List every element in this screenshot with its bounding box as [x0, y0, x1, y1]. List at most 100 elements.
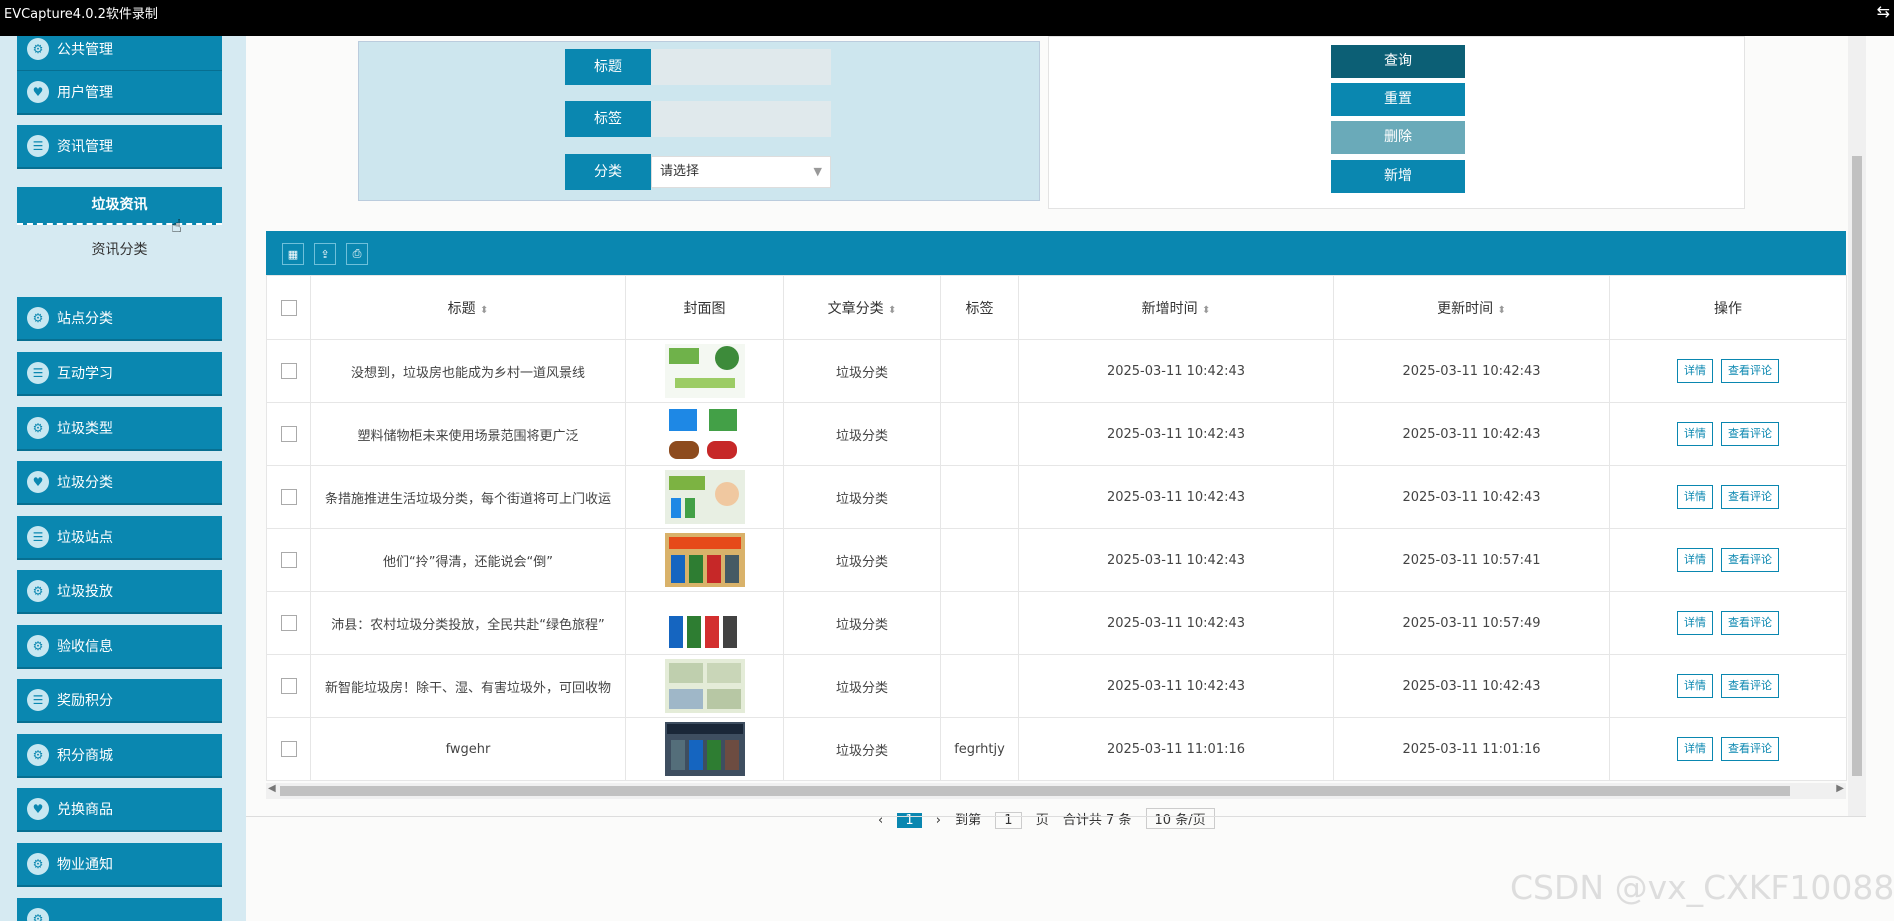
row-checkbox[interactable] — [280, 678, 297, 694]
cell-created: 2025-03-11 10:42:43 — [1018, 591, 1334, 655]
vertical-scrollbar[interactable] — [1848, 36, 1866, 816]
table-header-row: 标题 ⬍ 封面图 文章分类 ⬍ 标签 新增时间 ⬍ 更新时间 ⬍ 操作 — [266, 275, 1847, 340]
reset-button[interactable]: 重置 — [1331, 83, 1465, 116]
select-all-checkbox[interactable] — [280, 299, 297, 316]
view-comments-button[interactable]: 查看评论 — [1721, 674, 1779, 698]
row-checkbox[interactable] — [280, 741, 297, 757]
cell-created: 2025-03-11 10:42:43 — [1018, 528, 1334, 592]
sidebar-item-learning[interactable]: ☰ 互动学习 — [17, 352, 222, 396]
query-button[interactable]: 查询 — [1331, 45, 1465, 78]
sort-icon[interactable]: ⬍ — [1202, 305, 1210, 316]
sidebar-item-points-mall[interactable]: ⚙ 积分商城 — [17, 734, 222, 778]
sidebar-item-label: 互动学习 — [57, 366, 113, 382]
cell-updated: 2025-03-11 11:01:16 — [1333, 717, 1610, 781]
heart-icon: ♥ — [27, 81, 49, 103]
table-row: 条措施推进生活垃圾分类，每个街道将可上门收运 垃圾分类 2025-03-11 1… — [266, 465, 1847, 529]
tag-input[interactable] — [651, 101, 831, 137]
cell-tag — [940, 591, 1019, 655]
detail-button[interactable]: 详情 — [1677, 737, 1713, 761]
detail-button[interactable]: 详情 — [1677, 485, 1713, 509]
row-checkbox[interactable] — [280, 426, 297, 442]
view-comments-button[interactable]: 查看评论 — [1721, 485, 1779, 509]
sidebar-item-exchange-goods[interactable]: ♥ 兑换商品 — [17, 788, 222, 832]
sidebar-subitem-garbage-news[interactable]: 垃圾资讯 — [17, 187, 222, 225]
header-updated[interactable]: 更新时间 ⬍ — [1333, 275, 1610, 340]
per-page-select[interactable]: 10 条/页 — [1145, 808, 1215, 829]
sort-icon[interactable]: ⬍ — [888, 305, 896, 316]
cell-cover — [625, 528, 784, 592]
cover-image — [664, 470, 745, 524]
columns-icon[interactable]: ▦ — [282, 243, 304, 265]
cell-cover — [625, 339, 784, 403]
cell-created: 2025-03-11 10:42:43 — [1018, 465, 1334, 529]
sidebar-item-property-notice[interactable]: ⚙ 物业通知 — [17, 843, 222, 887]
sidebar-item-garbage-drop[interactable]: ⚙ 垃圾投放 — [17, 570, 222, 614]
table-row: 沛县：农村垃圾分类投放，全民共赴“绿色旅程” 垃圾分类 2025-03-11 1… — [266, 591, 1847, 655]
sidebar-item-public[interactable]: ⚙ 公共管理 — [17, 36, 222, 72]
gear-icon: ⚙ — [27, 744, 49, 766]
cell-updated: 2025-03-11 10:42:43 — [1333, 339, 1610, 403]
sidebar-item-news[interactable]: ☰ 资讯管理 — [17, 125, 222, 169]
header-category[interactable]: 文章分类 ⬍ — [783, 275, 941, 340]
header-created[interactable]: 新增时间 ⬍ — [1018, 275, 1334, 340]
cell-category: 垃圾分类 — [783, 339, 941, 403]
add-button[interactable]: 新增 — [1331, 160, 1465, 193]
sidebar-item-label: 垃圾类型 — [57, 421, 113, 437]
export-icon[interactable]: ⇪ — [314, 243, 336, 265]
title-input[interactable] — [651, 49, 831, 85]
detail-button[interactable]: 详情 — [1677, 359, 1713, 383]
scroll-right-icon[interactable]: ▶ — [1836, 783, 1844, 794]
horizontal-scrollbar[interactable]: ◀ ▶ — [266, 783, 1846, 799]
row-checkbox[interactable] — [280, 489, 297, 505]
row-checkbox[interactable] — [280, 363, 297, 379]
row-checkbox[interactable] — [280, 552, 297, 568]
detail-button[interactable]: 详情 — [1677, 611, 1713, 635]
view-comments-button[interactable]: 查看评论 — [1721, 548, 1779, 572]
detail-button[interactable]: 详情 — [1677, 422, 1713, 446]
scroll-left-icon[interactable]: ◀ — [268, 783, 276, 794]
list-icon: ☰ — [27, 689, 49, 711]
sidebar-item-garbage-classify[interactable]: ♥ 垃圾分类 — [17, 461, 222, 505]
heart-icon: ♥ — [27, 798, 49, 820]
sidebar-item-reward-points[interactable]: ☰ 奖励积分 — [17, 679, 222, 723]
header-category-label: 文章分类 — [827, 300, 884, 317]
window-titlebar: EVCapture4.0.2软件录制 ⇆ — [0, 0, 1894, 36]
category-select[interactable]: 请选择 ▼ — [651, 156, 831, 188]
print-icon[interactable]: ⎙ — [346, 243, 368, 265]
horizontal-scroll-thumb[interactable] — [280, 786, 1790, 796]
cell-ops: 详情 查看评论 — [1609, 339, 1847, 403]
sidebar-item-garbage-type[interactable]: ⚙ 垃圾类型 — [17, 407, 222, 451]
select-all-cell — [266, 275, 311, 340]
gear-icon: ⚙ — [27, 417, 49, 439]
title-label: 标题 — [565, 49, 651, 85]
detail-button[interactable]: 详情 — [1677, 674, 1713, 698]
view-comments-button[interactable]: 查看评论 — [1721, 737, 1779, 761]
cell-ops: 详情 查看评论 — [1609, 591, 1847, 655]
view-comments-button[interactable]: 查看评论 — [1721, 611, 1779, 635]
cell-title: 塑料储物柜未来使用场景范围将更广泛 — [310, 402, 626, 466]
cell-tag — [940, 402, 1019, 466]
sidebar-item-garbage-station[interactable]: ☰ 垃圾站点 — [17, 516, 222, 560]
cell-tag: fegrhtjy — [940, 717, 1019, 781]
sidebar-subitem-news-category[interactable]: 资讯分类 — [17, 235, 222, 265]
view-comments-button[interactable]: 查看评论 — [1721, 422, 1779, 446]
detail-button[interactable]: 详情 — [1677, 548, 1713, 572]
sort-icon[interactable]: ⬍ — [1498, 305, 1506, 316]
sidebar-item-site-category[interactable]: ⚙ 站点分类 — [17, 297, 222, 341]
sidebar-item-label: 资讯管理 — [57, 139, 113, 155]
sidebar-item-more[interactable]: ⚙ — [17, 898, 222, 921]
view-comments-button[interactable]: 查看评论 — [1721, 359, 1779, 383]
chevron-down-icon: ▼ — [813, 165, 822, 178]
cell-title: 他们“拎”得清，还能说会“倒” — [310, 528, 626, 592]
delete-button[interactable]: 删除 — [1331, 121, 1465, 154]
sort-icon[interactable]: ⬍ — [480, 305, 488, 316]
cell-created: 2025-03-11 10:42:43 — [1018, 654, 1334, 718]
row-checkbox[interactable] — [280, 615, 297, 631]
header-title[interactable]: 标题 ⬍ — [310, 275, 626, 340]
page-input[interactable]: 1 — [995, 812, 1022, 829]
window-control-icon[interactable]: ⇆ — [1877, 2, 1890, 21]
sidebar-item-label: 物业通知 — [57, 857, 113, 873]
vertical-scroll-thumb[interactable] — [1852, 156, 1862, 776]
sidebar-item-users[interactable]: ♥ 用户管理 — [17, 71, 222, 115]
sidebar-item-acceptance[interactable]: ⚙ 验收信息 — [17, 625, 222, 669]
